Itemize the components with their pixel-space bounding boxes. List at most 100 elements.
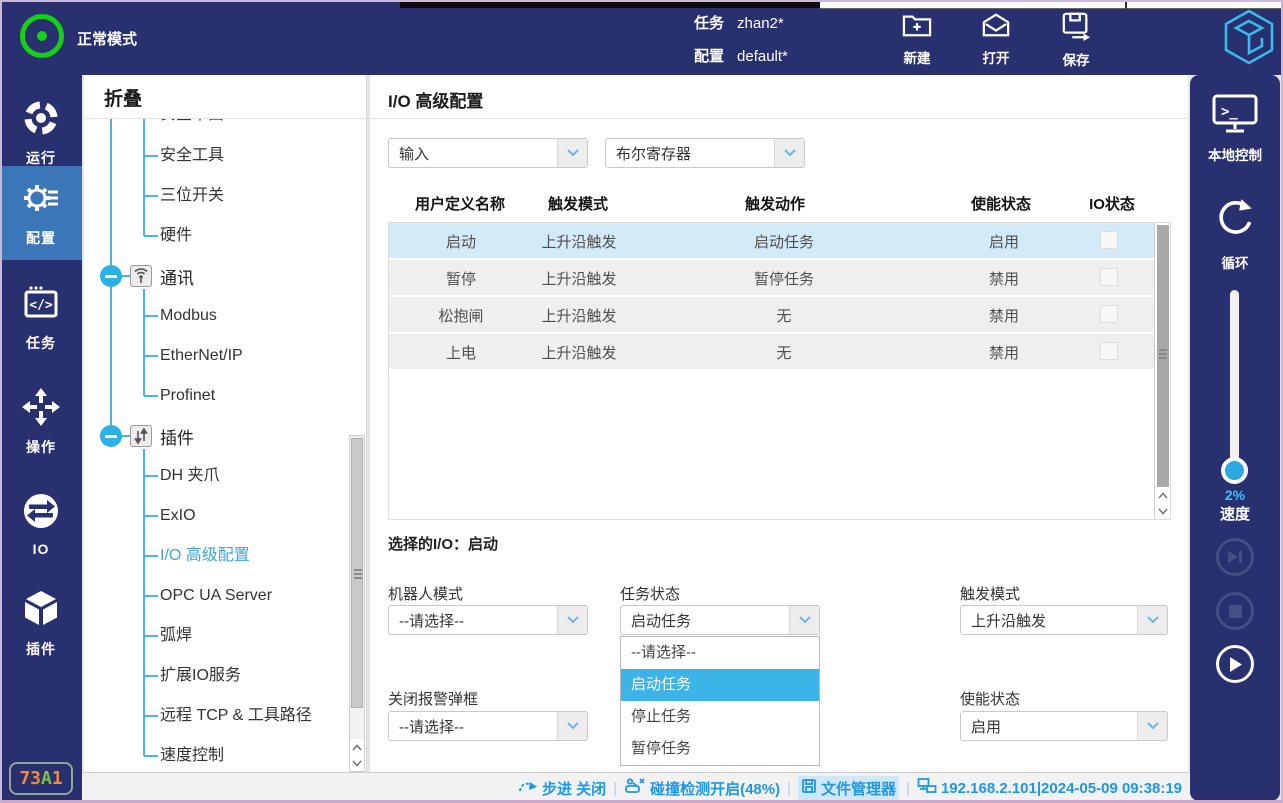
option-stop-task[interactable]: 停止任务 [621, 701, 819, 733]
new-button[interactable]: 新建 [893, 11, 941, 67]
collapse-minus-icon[interactable] [100, 265, 122, 287]
table-row-release-brake[interactable]: 松抱闸 上升沿触发 无 禁用 [389, 297, 1155, 332]
cube-icon [21, 589, 61, 634]
code-window-icon: </> [21, 283, 61, 328]
tree-item-speed-control[interactable]: 速度控制 [144, 744, 224, 768]
loop-button[interactable]: 循环 [1190, 197, 1280, 272]
task-state-select[interactable]: 启动任务 [620, 605, 820, 635]
option-pause-task[interactable]: 暂停任务 [621, 733, 819, 765]
collision-icon [624, 777, 646, 799]
tree-item-ethernet-ip[interactable]: EtherNet/IP [144, 344, 243, 368]
task-state-label: 任务状态 [620, 583, 680, 604]
local-control-button[interactable]: >_ 本地控制 [1190, 93, 1280, 164]
chevron-down-icon [1137, 712, 1167, 740]
tree-group-plugin[interactable]: 插件 [100, 424, 194, 448]
nav-item-operate[interactable]: 操作 [0, 375, 82, 469]
gear-icon [21, 178, 61, 223]
table-row-start[interactable]: 启动 上升沿触发 启动任务 启用 [389, 223, 1155, 258]
tree-scrollbar-thumb[interactable] [351, 438, 363, 708]
close-alarm-label: 关闭报警弹框 [388, 688, 478, 709]
right-control-panel: >_ 本地控制 循环 2% 速度 [1190, 75, 1280, 801]
io-state-checkbox[interactable] [1100, 342, 1118, 360]
tree-item-arc-welding[interactable]: 弧焊 [144, 624, 192, 648]
trigger-mode-select[interactable]: 上升沿触发 [960, 605, 1168, 635]
robot-mode-select[interactable]: --请选择-- [388, 605, 588, 635]
tree-group-communication[interactable]: 通讯 [100, 264, 194, 288]
io-direction-select[interactable]: 输入 [388, 138, 588, 168]
file-manager-button[interactable]: 文件管理器 [798, 776, 899, 801]
new-icon [901, 11, 933, 44]
tree-item-safety-tool[interactable]: 安全工具 [144, 144, 224, 168]
table-row-pause[interactable]: 暂停 上升沿触发 暂停任务 禁用 [389, 260, 1155, 295]
table-scrollbar-thumb[interactable] [1157, 225, 1169, 487]
config-value: default* [737, 48, 788, 65]
option-please-select[interactable]: --请选择-- [621, 637, 819, 669]
io-state-checkbox[interactable] [1100, 268, 1118, 286]
nav-item-task[interactable]: </> 任务 [0, 271, 82, 365]
open-icon [980, 11, 1012, 44]
io-state-checkbox[interactable] [1100, 305, 1118, 323]
tree-item-hardware[interactable]: 硬件 [144, 224, 192, 248]
nav-item-io[interactable]: IO [0, 477, 82, 571]
collapse-header[interactable]: 折叠 [104, 84, 142, 111]
enable-state-select[interactable]: 启用 [960, 711, 1168, 741]
speed-slider-track[interactable] [1230, 290, 1239, 475]
speed-value: 2% [1190, 487, 1280, 503]
page-title: I/O 高级配置 [388, 87, 483, 112]
scroll-down-icon[interactable] [1156, 503, 1170, 519]
tree-item-opc-ua-server[interactable]: OPC UA Server [144, 584, 272, 608]
divider [370, 118, 1188, 119]
open-label: 打开 [983, 47, 1010, 67]
loop-icon [1212, 197, 1258, 248]
selected-io-label: 选择的I/O：启动 [388, 533, 498, 554]
scroll-up-icon[interactable] [1156, 487, 1170, 503]
table-scrollbar[interactable] [1154, 223, 1170, 519]
play-button[interactable] [1216, 645, 1254, 683]
tree-item-io-advanced-config[interactable]: I/O 高级配置 [144, 544, 250, 568]
robot-status-indicator [20, 14, 64, 58]
status-code-badge[interactable]: 73A1 [9, 762, 73, 795]
task-state-dropdown-list: --请选择-- 启动任务 停止任务 暂停任务 [620, 636, 820, 766]
speed-slider-thumb[interactable] [1221, 457, 1248, 484]
save-button[interactable]: 保存 [1052, 11, 1100, 69]
new-label: 新建 [904, 47, 931, 67]
tree-scrollbar[interactable] [349, 435, 365, 772]
tree-scroll-area: 安全平面 安全工具 三位开关 硬件 通讯 Modbus EtherNet/IP … [84, 119, 366, 772]
step-mode-toggle[interactable]: 步进 关闭 [518, 778, 606, 799]
register-type-select[interactable]: 布尔寄存器 [605, 138, 805, 168]
run-icon [21, 98, 61, 143]
col-header-name: 用户定义名称 [415, 193, 505, 214]
config-name-row: 配置 default* [694, 45, 788, 66]
speed-label: 速度 [1190, 503, 1280, 524]
tree-item-remote-tcp-tool-path[interactable]: 远程 TCP & 工具路径 [144, 704, 312, 728]
task-label: 任务 [694, 15, 724, 32]
option-start-task[interactable]: 启动任务 [621, 669, 819, 701]
network-status: 192.168.2.101|2024-05-09 09:38:19 [917, 777, 1182, 799]
open-button[interactable]: 打开 [972, 11, 1020, 67]
tree-item-dh-gripper[interactable]: DH 夹爪 [144, 464, 220, 488]
nav-item-plugin[interactable]: 插件 [0, 577, 82, 671]
left-nav-rail: 运行 配置 </> 任务 操作 IO 插件 73A1 [0, 75, 82, 803]
table-row-power-on[interactable]: 上电 上升沿触发 无 禁用 [389, 334, 1155, 369]
step-forward-button[interactable] [1216, 538, 1254, 576]
scroll-down-icon[interactable] [350, 755, 364, 771]
config-label: 配置 [694, 48, 724, 65]
tree-item-extended-io-service[interactable]: 扩展IO服务 [144, 664, 241, 688]
tree-item-safety-plane[interactable]: 安全平面 [144, 119, 224, 127]
save-icon [1059, 11, 1093, 46]
stop-button[interactable] [1216, 592, 1254, 630]
nav-item-config[interactable]: 配置 [0, 166, 82, 260]
close-alarm-select[interactable]: --请选择-- [388, 711, 588, 741]
tree-item-three-position-switch[interactable]: 三位开关 [144, 184, 224, 208]
tree-item-profinet[interactable]: Profinet [144, 384, 215, 408]
io-state-checkbox[interactable] [1100, 231, 1118, 249]
tree-item-exio[interactable]: ExIO [144, 504, 196, 528]
collision-detection-toggle[interactable]: 碰撞检测开启(48%) [624, 777, 780, 799]
collapse-minus-icon[interactable] [100, 425, 122, 447]
tree-item-modbus[interactable]: Modbus [144, 304, 217, 328]
chevron-down-icon [789, 606, 819, 634]
network-icon [917, 777, 937, 799]
scroll-up-icon[interactable] [350, 739, 364, 755]
tree-line [143, 119, 145, 236]
enable-state-label: 使能状态 [960, 688, 1020, 709]
